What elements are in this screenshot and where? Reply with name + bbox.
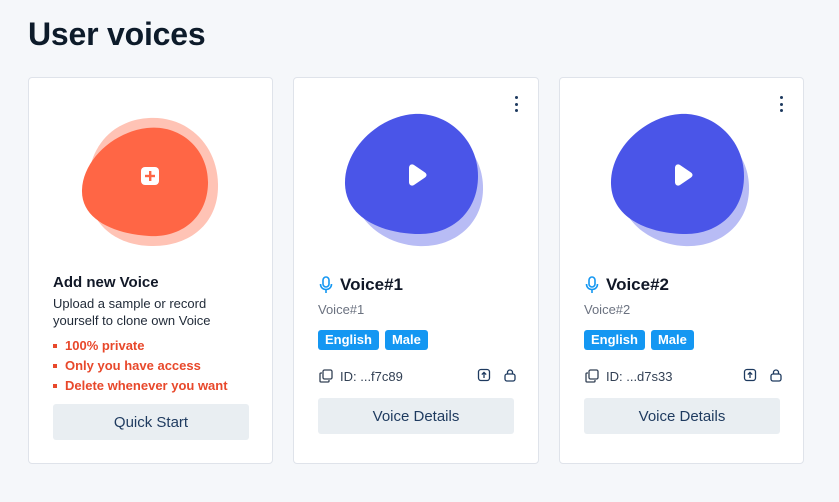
microphone-icon: [318, 276, 334, 293]
play-voice-button[interactable]: [608, 104, 758, 254]
share-icon[interactable]: [476, 367, 492, 383]
voice-details-button[interactable]: Voice Details: [584, 398, 780, 434]
page-title: User voices: [28, 16, 206, 52]
voice-name: Voice#2: [606, 275, 670, 294]
play-icon: [409, 164, 427, 186]
lock-icon[interactable]: [768, 367, 784, 383]
play-voice-button[interactable]: [342, 104, 492, 254]
more-options-icon[interactable]: [510, 96, 522, 112]
feature-item: Delete whenever you want: [53, 376, 228, 396]
voice-id-actions: [742, 367, 784, 383]
voice-name-row: Voice#2: [584, 275, 669, 295]
language-tag: English: [584, 330, 645, 350]
copy-icon[interactable]: [318, 368, 334, 384]
gender-tag: Male: [384, 330, 428, 350]
plus-icon: [141, 167, 159, 185]
play-icon: [675, 164, 693, 186]
feature-item: Only you have access: [53, 356, 228, 376]
voice-card: Voice#2 Voice#2 English Male ID: ...d7s3…: [559, 77, 804, 464]
copy-icon[interactable]: [584, 368, 600, 384]
gender-tag: Male: [650, 330, 694, 350]
voice-tags: English Male: [318, 330, 428, 350]
more-options-icon[interactable]: [775, 96, 787, 112]
share-icon[interactable]: [742, 367, 758, 383]
voice-tags: English Male: [584, 330, 694, 350]
voice-name-row: Voice#1: [318, 275, 403, 295]
quick-start-button[interactable]: Quick Start: [53, 404, 249, 440]
voice-id-actions: [476, 367, 518, 383]
voice-card: Voice#1 Voice#1 English Male ID: ...f7c8…: [293, 77, 539, 464]
voice-id: ID: ...f7c89: [340, 368, 403, 384]
voice-subtitle: Voice#2: [584, 302, 631, 317]
voice-id: ID: ...d7s33: [606, 368, 673, 384]
add-voice-card: Add new Voice Upload a sample or record …: [28, 77, 273, 464]
voice-name: Voice#1: [340, 275, 404, 294]
feature-item: 100% private: [53, 336, 228, 356]
feature-list: 100% private Only you have access Delete…: [53, 336, 228, 396]
voice-id-row: ID: ...d7s33: [584, 367, 784, 385]
voice-details-button[interactable]: Voice Details: [318, 398, 514, 434]
voice-id-row: ID: ...f7c89: [318, 367, 518, 385]
language-tag: English: [318, 330, 379, 350]
add-voice-title: Add new Voice: [53, 274, 159, 291]
add-voice-blob-button[interactable]: [77, 104, 227, 254]
lock-icon[interactable]: [502, 367, 518, 383]
voice-subtitle: Voice#1: [318, 302, 365, 317]
microphone-icon: [584, 276, 600, 293]
add-voice-description: Upload a sample or record yourself to cl…: [53, 296, 211, 328]
